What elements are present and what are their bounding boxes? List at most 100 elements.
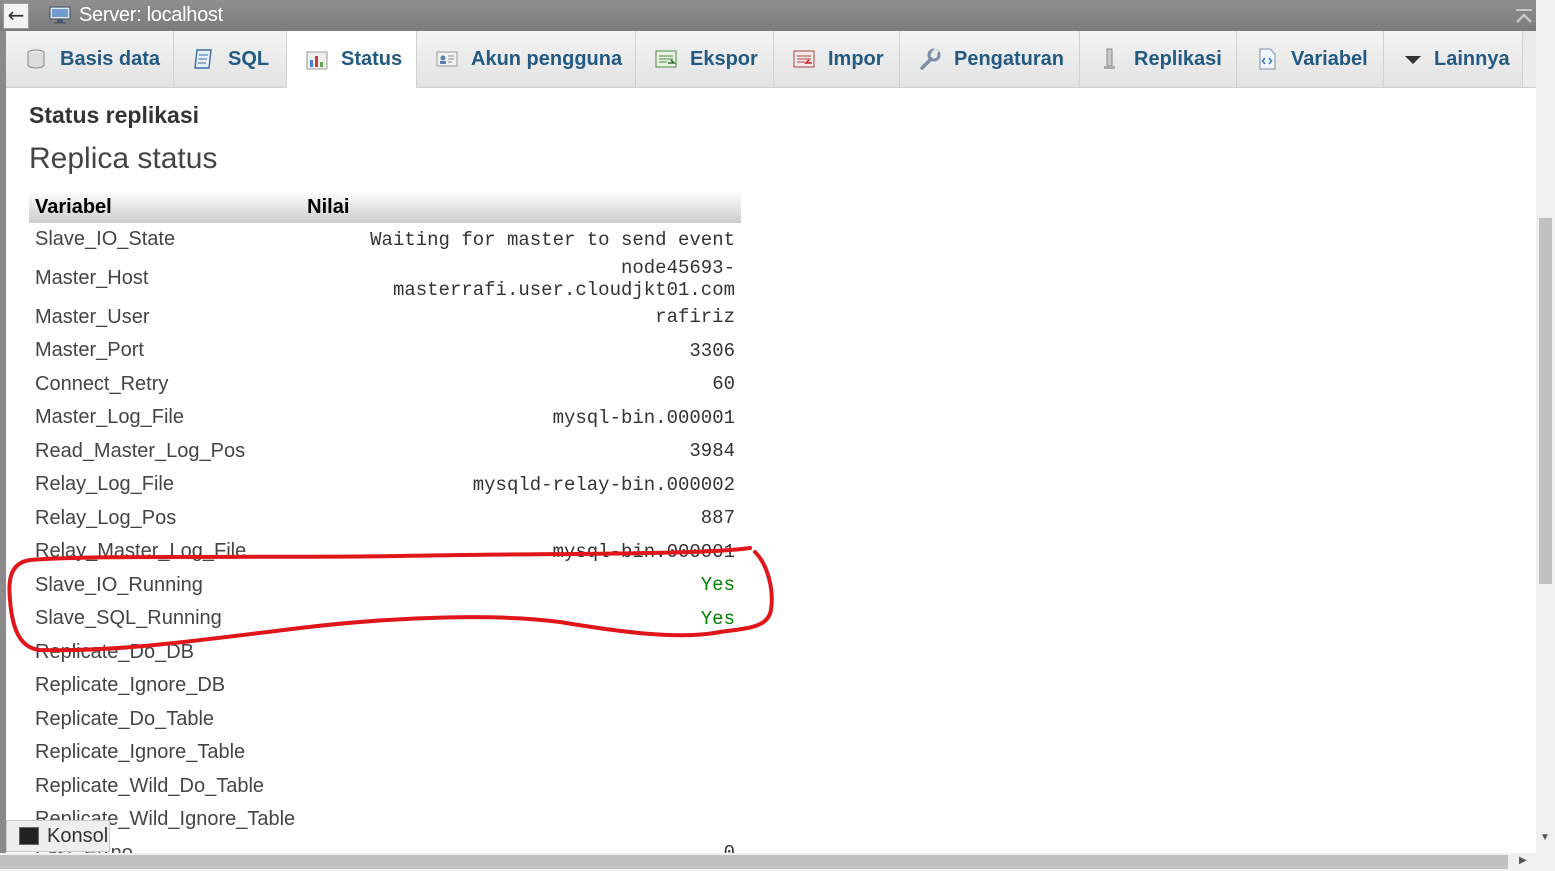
collapse-up-icon[interactable] [1515,8,1533,24]
variable-value-cell: Yes [700,607,735,630]
tab-ekspor[interactable]: Ekspor [636,31,774,87]
variable-name-cell: Connect_Retry [35,372,169,395]
replication-icon [1098,47,1122,71]
table-row: Replicate_Do_DB [29,636,741,670]
export-icon [654,47,678,71]
variable-value-cell: 60 [712,373,735,396]
table-row: Master_Log_File mysql-bin.000001 [29,401,741,435]
column-header-variabel[interactable]: Variabel [29,191,302,223]
tab-basis-data[interactable]: Basis data [6,31,174,87]
top-menu-tabs: Basis data SQL Status Akun pengguna Eksp… [6,31,1536,88]
variable-name-cell: Relay_Log_File [35,473,174,496]
variable-name-cell: Master_Port [35,339,144,362]
variable-name-cell: Read_Master_Log_Pos [35,439,246,462]
page-title: Replica status [29,142,218,175]
section-title: Status replikasi [29,102,200,128]
server-label[interactable]: Server: localhost [79,4,223,27]
tab-label: Impor [828,47,884,70]
variable-name-cell: Master_Host [35,267,149,289]
table-row: Master_User rafiriz [29,301,741,335]
tab-impor[interactable]: Impor [774,31,900,87]
wrench-icon [918,47,942,71]
tab-label: SQL [228,47,270,70]
table-body: Slave_IO_State Waiting for master to send… [29,223,741,870]
vertical-scrollbar[interactable]: ▼ [1536,0,1555,853]
tab-label: Status [341,48,403,70]
import-icon [792,47,816,71]
chevron-down-icon [1404,47,1422,71]
variable-value-cell [301,803,741,837]
table-row: Read_Master_Log_Pos 3984 [29,435,741,469]
scroll-right-arrow-icon[interactable]: ▶ [1519,855,1527,866]
server-breadcrumb-bar: ← Server: localhost [0,0,1555,32]
main-content: Status replikasi Replica status Variabel… [6,88,1536,864]
tab-label: Lainnya [1434,47,1510,70]
tab-pengaturan[interactable]: Pengaturan [900,31,1080,87]
table-row: Master_Host node45693-masterrafi.user.clo… [29,257,741,301]
variable-value-cell: 3984 [689,440,735,463]
variable-name-cell: Relay_Log_Pos [35,506,177,529]
table-row: Replicate_Ignore_DB [29,669,741,703]
console-icon [19,827,39,845]
variable-value-cell: mysql-bin.000001 [552,406,735,429]
table-header-row: Variabel Nilai [29,191,741,223]
variable-value-cell: 887 [700,507,735,530]
variable-name-cell: Replicate_Do_Table [35,707,215,730]
table-row: Relay_Log_File mysqld-relay-bin.000002 [29,468,741,502]
variable-value-cell [301,770,741,804]
tab-sql[interactable]: SQL [174,31,287,87]
variable-value-cell: mysqld-relay-bin.000002 [472,473,735,496]
variable-name-cell: Relay_Master_Log_File [35,540,247,563]
table-row: Replicate_Wild_Do_Table [29,770,741,804]
sql-icon [192,47,216,71]
variable-name-cell: Replicate_Ignore_Table [35,741,246,764]
database-icon [24,47,48,71]
variable-value-cell: 3306 [689,339,735,362]
table-row: Slave_SQL_Running Yes [29,602,741,636]
tab-label: Pengaturan [954,47,1065,70]
column-header-nilai[interactable]: Nilai [301,191,741,223]
tab-variabel[interactable]: Variabel [1237,31,1384,87]
variable-name-cell: Master_Log_File [35,406,184,429]
horizontal-scrollbar-thumb[interactable] [0,855,1508,869]
variable-name-cell: Replicate_Ignore_DB [35,674,226,697]
variable-name-cell: Slave_IO_Running [35,573,203,596]
variable-name-cell: Replicate_Wild_Do_Table [35,774,265,797]
variable-value-cell: mysql-bin.000001 [552,540,735,563]
tab-status[interactable]: Status [287,31,417,88]
tab-label: Basis data [60,47,161,70]
variable-name-cell: Master_User [35,305,150,328]
horizontal-scrollbar[interactable]: ▶ [0,853,1555,871]
variables-icon [1255,47,1279,71]
variable-name-cell: Slave_SQL_Running [35,607,222,630]
tab-akun-pengguna[interactable]: Akun pengguna [417,31,636,87]
vertical-scrollbar-thumb[interactable] [1539,218,1552,584]
variable-value-cell [301,736,741,770]
table-row: Relay_Log_Pos 887 [29,502,741,536]
table-row: Replicate_Wild_Ignore_Table [29,803,741,837]
variable-value-cell: node45693-masterrafi.user.cloudjkt01.com [392,256,735,301]
table-row: Master_Port 3306 [29,334,741,368]
variable-value-cell [301,669,741,703]
table-row: Relay_Master_Log_File mysql-bin.000001 [29,535,741,569]
table-row: Replicate_Ignore_Table [29,736,741,770]
variable-name-cell: Replicate_Do_DB [35,640,194,663]
variable-name-cell: Slave_IO_State [35,228,176,251]
variable-value-cell [301,703,741,737]
table-row: Replicate_Do_Table [29,703,741,737]
tab-label: Ekspor [690,47,758,70]
variable-value-cell [301,636,741,670]
tab-replikasi[interactable]: Replikasi [1080,31,1237,87]
server-icon [49,6,71,24]
scroll-down-arrow-icon[interactable]: ▼ [1540,832,1550,843]
tab-label: Variabel [1291,47,1368,70]
back-button[interactable]: ← [3,3,29,29]
tab-label: Replikasi [1134,47,1222,70]
tab-lainnya[interactable]: Lainnya [1384,31,1523,87]
users-icon [435,47,459,71]
variable-value-cell: Waiting for master to send event [370,228,735,251]
tab-label: Akun pengguna [471,47,623,70]
variable-value-cell: rafiriz [655,306,735,329]
variable-value-cell: Yes [700,574,735,597]
console-button[interactable]: Konsol [6,820,110,852]
